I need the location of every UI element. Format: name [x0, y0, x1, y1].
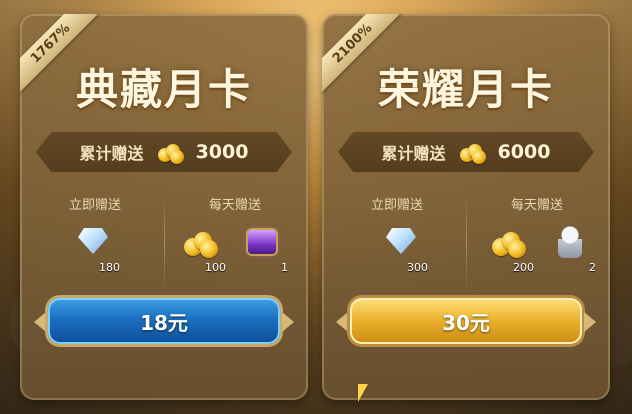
- daily-gift-label: 每天赠送: [510, 198, 563, 213]
- total-gift-value: 3000: [195, 141, 249, 163]
- daily-reward-coins: 200: [486, 222, 534, 274]
- gold-coins-icon: [156, 140, 184, 164]
- reward-quantity: 1: [281, 261, 288, 274]
- instant-reward-diamond: 180: [72, 222, 120, 274]
- buy-button-frame: 18元: [34, 294, 294, 350]
- buy-18-button[interactable]: 18元: [48, 298, 280, 344]
- left-arrow-ornament: [336, 312, 348, 332]
- monthly-card-glory: 2100% 荣耀月卡 累计赠送 6000 立即赠送 每天赠送 300 200 2…: [322, 14, 610, 400]
- daily-reward-chest: 1: [240, 222, 288, 274]
- reward-quantity: 2: [589, 261, 596, 274]
- total-gift-label: 累计赠送: [381, 144, 446, 163]
- reward-quantity: 200: [513, 261, 534, 274]
- cursor-pointer-icon: [358, 384, 368, 402]
- total-gift-label: 累计赠送: [79, 144, 144, 163]
- monthly-card-collector: 1767% 典藏月卡 累计赠送 3000 立即赠送 每天赠送 180 100 1…: [20, 14, 308, 400]
- reward-quantity: 100: [205, 261, 226, 274]
- instant-reward-diamond: 300: [380, 222, 428, 274]
- daily-reward-coins: 100: [178, 222, 226, 274]
- silver-bust-icon: [558, 226, 582, 258]
- total-gift-value: 6000: [497, 141, 551, 163]
- card-title: 荣耀月卡: [377, 65, 554, 114]
- right-arrow-ornament: [584, 312, 596, 332]
- daily-reward-bust: 2: [548, 222, 596, 274]
- buy-button-frame: 30元: [336, 294, 596, 350]
- instant-gift-label: 立即赠送: [370, 198, 423, 213]
- right-arrow-ornament: [282, 312, 294, 332]
- gold-coins-icon: [490, 228, 526, 260]
- reward-quantity: 300: [407, 261, 428, 274]
- buy-30-button[interactable]: 30元: [350, 298, 582, 344]
- total-gift-banner: 累计赠送 6000: [338, 132, 594, 172]
- column-divider: [164, 192, 165, 292]
- instant-gift-label: 立即赠送: [68, 198, 121, 213]
- diamond-icon: [78, 228, 108, 254]
- purple-chest-icon: [248, 230, 276, 254]
- diamond-icon: [386, 228, 416, 254]
- reward-quantity: 180: [99, 261, 120, 274]
- gold-coins-icon: [182, 228, 218, 260]
- total-gift-banner: 累计赠送 3000: [36, 132, 292, 172]
- left-arrow-ornament: [34, 312, 46, 332]
- daily-gift-label: 每天赠送: [208, 198, 261, 213]
- column-divider: [466, 192, 467, 292]
- gold-coins-icon: [458, 140, 486, 164]
- card-title: 典藏月卡: [75, 65, 252, 114]
